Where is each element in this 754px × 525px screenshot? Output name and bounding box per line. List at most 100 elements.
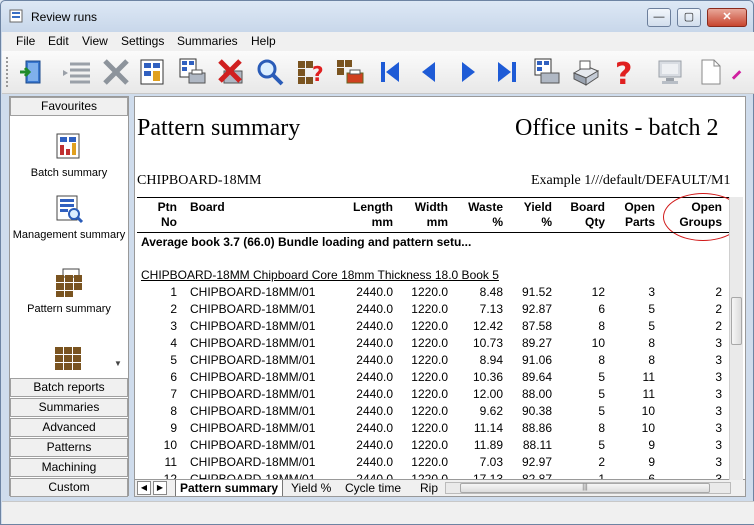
- menu-edit[interactable]: Edit: [48, 34, 69, 48]
- cell-ptn-no: 1: [170, 285, 177, 299]
- cell-board: CHIPBOARD-18MM/01: [190, 336, 316, 350]
- sidebar-section-machining[interactable]: Machining: [10, 458, 128, 477]
- printer-button[interactable]: [568, 55, 602, 89]
- cell-open-groups: 2: [715, 285, 722, 299]
- sidebar-section-custom[interactable]: Custom: [10, 478, 128, 497]
- cell-open-groups: 3: [715, 404, 722, 418]
- cell-ptn-no: 9: [170, 421, 177, 435]
- cell-ptn-no: 5: [170, 353, 177, 367]
- help-button[interactable]: ?: [607, 55, 641, 89]
- report-viewer[interactable]: Pattern summary Office units - batch 2 C…: [134, 96, 746, 480]
- menu-view[interactable]: View: [82, 34, 108, 48]
- pattern-print-icon: [337, 60, 364, 84]
- cell-yield: 92.87: [521, 302, 552, 316]
- table-row: 2 CHIPBOARD-18MM/01 2440.0 1220.0 7.13 92.87 6…: [135, 302, 735, 319]
- cell-open-groups: 3: [715, 455, 722, 469]
- sidebar-scroll-down-icon[interactable]: ▼: [114, 359, 126, 371]
- help-icon: ?: [615, 57, 632, 87]
- maximize-button[interactable]: ▢: [677, 8, 701, 27]
- batch-layout-button[interactable]: [136, 55, 170, 89]
- menu-help[interactable]: Help: [251, 34, 276, 48]
- svg-text:?: ?: [615, 57, 632, 87]
- cell-board-qty: 2: [598, 455, 605, 469]
- sidebar-section-summaries[interactable]: Summaries: [10, 398, 128, 417]
- cell-waste: 11.89: [473, 438, 503, 452]
- monitor-button[interactable]: [654, 55, 688, 89]
- column-header-yield: Yield%: [523, 200, 552, 229]
- cell-ptn-no: 3: [170, 319, 177, 333]
- previous-page-button[interactable]: [412, 55, 446, 89]
- sidebar-section-advanced[interactable]: Advanced: [10, 418, 128, 437]
- tab-scroll-right-icon[interactable]: ▶: [153, 481, 167, 495]
- toolbar-grip[interactable]: [6, 57, 9, 87]
- sidebar-tile-pattern-summary[interactable]: Pattern summary: [10, 267, 128, 315]
- cell-open-parts: 6: [648, 472, 655, 480]
- cell-ptn-no: 10: [163, 438, 177, 452]
- cell-waste: 8.94: [479, 353, 503, 367]
- cell-board-qty: 6: [598, 302, 605, 316]
- minimize-button[interactable]: —: [647, 8, 671, 27]
- cell-width: 1220.0: [411, 319, 448, 333]
- report-material: CHIPBOARD-18MM: [137, 173, 262, 188]
- vertical-scroll-thumb[interactable]: [731, 297, 742, 345]
- cell-length: 2440.0: [356, 319, 393, 333]
- horizontal-scrollbar[interactable]: |||: [445, 482, 731, 494]
- cell-waste: 7.03: [479, 455, 503, 469]
- menu-settings[interactable]: Settings: [121, 34, 164, 48]
- first-page-button[interactable]: [373, 55, 407, 89]
- cell-board: CHIPBOARD-18MM/01: [190, 421, 316, 435]
- sidebar-section-patterns[interactable]: Patterns: [10, 438, 128, 457]
- close-button[interactable]: ✕: [707, 8, 747, 27]
- cell-board-qty: 5: [598, 438, 605, 452]
- tab-scroll-left-icon[interactable]: ◀: [137, 481, 151, 495]
- tab-pattern-summary[interactable]: Pattern summary: [175, 480, 284, 496]
- monitor-icon: [658, 60, 682, 84]
- last-page-button[interactable]: [490, 55, 524, 89]
- list-button[interactable]: [60, 55, 94, 89]
- cell-yield: 89.27: [521, 336, 552, 350]
- horizontal-scroll-thumb[interactable]: |||: [460, 483, 710, 493]
- sidebar-tile-batch-summary[interactable]: Batch summary: [10, 131, 128, 179]
- cell-width: 1220.0: [411, 404, 448, 418]
- cell-waste: 12.42: [472, 319, 503, 333]
- cancel-batch-button[interactable]: [214, 55, 248, 89]
- sidebar-header-favourites[interactable]: Favourites: [10, 97, 128, 116]
- app-icon: [9, 9, 23, 23]
- cell-yield: 88.11: [522, 438, 552, 452]
- print-setup-button[interactable]: [529, 55, 563, 89]
- pen-button[interactable]: [730, 55, 752, 89]
- review-runs-window: Review runs — ▢ ✕ File Edit View Setting…: [0, 0, 754, 525]
- cell-open-parts: 5: [648, 319, 655, 333]
- menu-summaries[interactable]: Summaries: [177, 34, 238, 48]
- report-batch-name: Office units - batch 2: [515, 115, 719, 141]
- cell-yield: 91.06: [521, 353, 552, 367]
- search-button[interactable]: [253, 55, 287, 89]
- page-button[interactable]: [694, 55, 728, 89]
- next-page-button[interactable]: [451, 55, 485, 89]
- tab-yield[interactable]: Yield %: [291, 480, 331, 496]
- cell-board: CHIPBOARD-18MM/01: [190, 370, 316, 384]
- cell-open-groups: 3: [715, 387, 722, 401]
- sidebar-tile-management-summary[interactable]: Management summary: [10, 193, 128, 241]
- cell-ptn-no: 8: [170, 404, 177, 418]
- tab-cycle-time[interactable]: Cycle time: [345, 480, 401, 496]
- tab-rip[interactable]: Rip: [420, 480, 438, 496]
- cell-board: CHIPBOARD-18MM/01: [190, 404, 316, 418]
- cell-width: 1220.0: [411, 353, 448, 367]
- exit-button[interactable]: [16, 55, 50, 89]
- cell-width: 1220.0: [411, 472, 448, 480]
- sidebar-tile-more-patterns[interactable]: [10, 343, 128, 379]
- pattern-help-button[interactable]: ?: [294, 55, 328, 89]
- title-bar[interactable]: Review runs — ▢ ✕: [1, 1, 753, 32]
- batch-print-button[interactable]: [175, 55, 209, 89]
- delete-button[interactable]: [99, 55, 133, 89]
- cell-waste: 8.48: [479, 285, 503, 299]
- table-row: 11 CHIPBOARD-18MM/01 2440.0 1220.0 7.03 92.97…: [135, 455, 735, 472]
- pattern-print-button[interactable]: [333, 55, 367, 89]
- menu-file[interactable]: File: [16, 34, 35, 48]
- svg-text:?: ?: [312, 62, 324, 86]
- cell-length: 2440.0: [356, 455, 393, 469]
- report-path: Example 1///default/DEFAULT/M1: [531, 173, 731, 188]
- cell-open-groups: 3: [715, 472, 722, 480]
- sidebar-section-batch-reports[interactable]: Batch reports: [10, 378, 128, 397]
